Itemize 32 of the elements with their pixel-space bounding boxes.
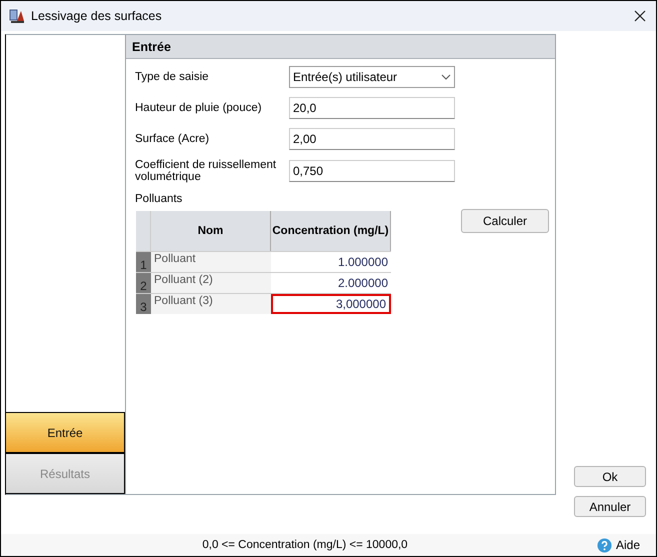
dropdown[interactable]: Entrée(s) utilisateur xyxy=(289,66,455,88)
app-icon xyxy=(9,8,25,24)
input-field[interactable]: 20,0 xyxy=(289,97,455,119)
row-number: 2 xyxy=(136,273,151,293)
input-field[interactable]: 0,750 xyxy=(289,160,455,182)
row-number: 1 xyxy=(136,252,151,272)
column-header: Nom xyxy=(151,211,271,251)
column-header: Concentration (mg/L) xyxy=(271,211,391,251)
field-label: Type de saisie xyxy=(135,71,210,83)
calculate-button[interactable]: Calculer xyxy=(461,209,549,233)
window-title: Lessivage des surfaces xyxy=(31,9,162,23)
help-link[interactable]: Aide xyxy=(616,538,640,552)
section-header: Entrée xyxy=(126,35,555,59)
table-cell: Polluant (3) xyxy=(151,294,271,314)
table-cell[interactable]: 3,000000 xyxy=(271,294,391,314)
nav-tab[interactable]: Entrée xyxy=(6,412,125,453)
input-field[interactable]: 2,00 xyxy=(289,128,455,150)
field-label: Coefficient de ruissellement volumétrique xyxy=(135,159,278,183)
table-cell: Polluant xyxy=(151,252,271,272)
field-label: Surface (Acre) xyxy=(135,133,210,145)
help-icon[interactable] xyxy=(596,538,612,552)
table-cell[interactable]: 2.000000 xyxy=(271,273,391,293)
pollutants-label: Polluants xyxy=(134,192,184,205)
row-number: 3 xyxy=(136,294,151,314)
status-message: 0,0 <= Concentration (mg/L) <= 10000,0 xyxy=(201,539,409,551)
dialog-button[interactable]: Ok xyxy=(574,466,646,487)
table-cell[interactable]: 1.000000 xyxy=(271,252,391,272)
dialog-button[interactable]: Annuler xyxy=(574,496,646,517)
caret-icon xyxy=(441,74,451,80)
close-icon[interactable] xyxy=(634,10,646,22)
table-cell: Polluant (2) xyxy=(151,273,271,293)
field-label: Hauteur de pluie (pouce) xyxy=(135,102,263,114)
